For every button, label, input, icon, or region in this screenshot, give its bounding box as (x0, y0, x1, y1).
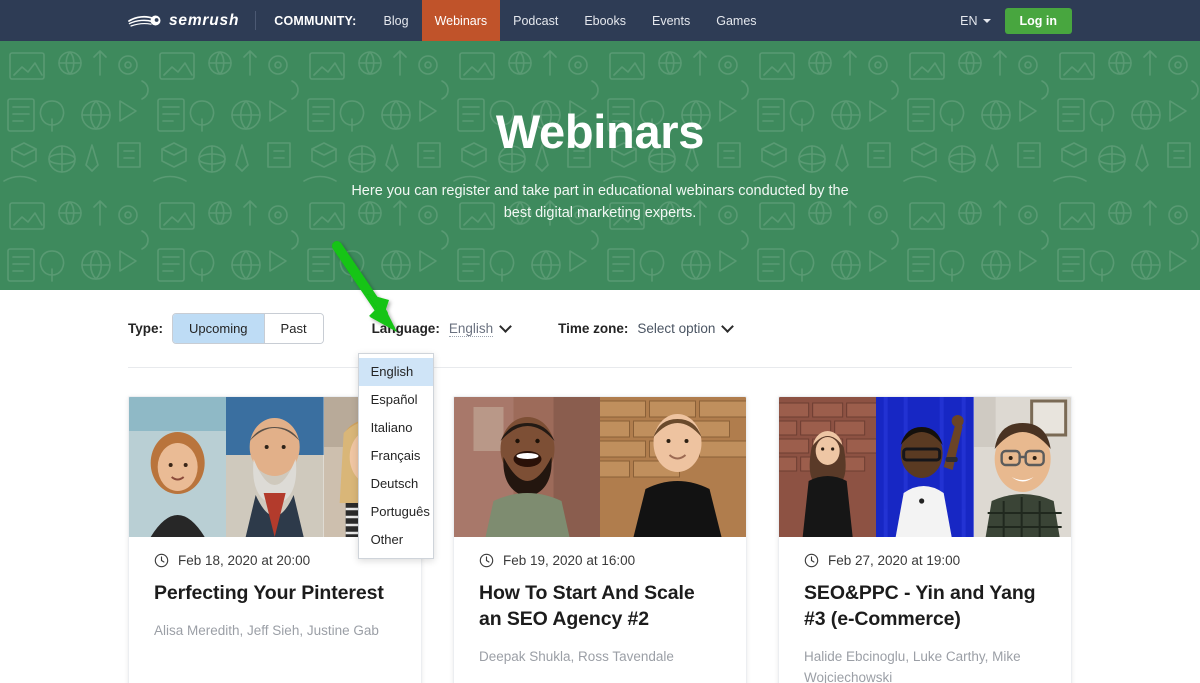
nav-item-webinars[interactable]: Webinars (421, 0, 501, 41)
language-option-italiano[interactable]: Italiano (359, 414, 433, 442)
chevron-down-icon[interactable] (499, 320, 512, 333)
hero-subtitle: Here you can register and take part in e… (351, 182, 849, 222)
card-speakers: Halide Ebcinoglu, Luke Carthy, Mike Wojc… (804, 648, 1021, 683)
filter-bar: Type: Upcoming Past Language: English En… (0, 290, 1200, 559)
speaker-photo (600, 397, 746, 537)
nav-item-games[interactable]: Games (703, 0, 769, 41)
clock-icon (479, 553, 494, 568)
language-option-english[interactable]: English (358, 357, 433, 386)
timezone-filter: Time zone: Select option (558, 320, 735, 336)
card-speakers: Alisa Meredith, Jeff Sieh, Justine Gab (154, 622, 379, 638)
speaker-photo (454, 397, 600, 537)
speaker-photo (226, 397, 324, 537)
clock-icon (804, 553, 819, 568)
card-date-text: Feb 18, 2020 at 20:00 (178, 553, 311, 568)
type-option-past[interactable]: Past (263, 314, 323, 343)
card-date: Feb 19, 2020 at 16:00 (479, 553, 721, 568)
nav-item-blog[interactable]: Blog (371, 0, 422, 41)
navbar-right-group: EN Log in (960, 0, 1200, 41)
type-toggle-group: Upcoming Past (172, 313, 324, 344)
semrush-logo[interactable]: semrush (128, 0, 255, 41)
card-title[interactable]: Perfecting Your Pinterest (154, 581, 396, 607)
language-filter-dropdown: English Español Italiano Français Deutsc… (357, 352, 434, 559)
timezone-filter-label: Time zone: (558, 321, 629, 336)
language-switcher[interactable]: EN (960, 13, 991, 28)
card-date-text: Feb 19, 2020 at 16:00 (503, 553, 636, 568)
language-option-portugues[interactable]: Português (359, 498, 433, 526)
login-button[interactable]: Log in (1004, 7, 1072, 34)
clock-icon (154, 553, 169, 568)
language-switcher-label: EN (960, 13, 978, 28)
card-speakers: Deepak Shukla, Ross Tavendale (479, 648, 674, 664)
language-filter-value[interactable]: English (448, 321, 494, 337)
semrush-logo-icon (128, 14, 162, 28)
hero-banner: Webinars Here you can register and take … (0, 41, 1200, 290)
language-option-francais[interactable]: Français (359, 442, 433, 470)
language-option-espanol[interactable]: Español (359, 386, 433, 414)
page-title: Webinars (495, 105, 705, 159)
language-option-deutsch[interactable]: Deutsch (359, 470, 433, 498)
semrush-logo-text: semrush (169, 11, 240, 29)
card-date: Feb 27, 2020 at 19:00 (804, 553, 1046, 568)
speaker-photo (129, 397, 227, 537)
card-date-text: Feb 27, 2020 at 19:00 (828, 553, 961, 568)
webinar-card[interactable]: Feb 19, 2020 at 16:00 How To Start And S… (453, 396, 747, 683)
nav-item-ebooks[interactable]: Ebooks (571, 0, 639, 41)
navbar-left-group: semrush COMMUNITY: Blog Webinars Podcast… (0, 0, 770, 41)
speaker-photo (973, 397, 1071, 537)
speaker-photo (779, 397, 877, 537)
language-filter: Language: English English Español Italia… (357, 320, 512, 559)
card-title[interactable]: How To Start And Scale an SEO Agency #2 (479, 581, 721, 633)
card-body: Feb 19, 2020 at 16:00 How To Start And S… (454, 537, 746, 683)
chevron-down-icon[interactable] (721, 320, 735, 333)
chevron-down-icon (982, 18, 991, 23)
language-filter-label: Language: (371, 321, 440, 336)
hero-content: Webinars Here you can register and take … (290, 106, 910, 225)
navbar-section-label: COMMUNITY: (274, 13, 357, 28)
timezone-filter-value[interactable]: Select option (637, 321, 715, 336)
type-filter-label: Type: (128, 321, 164, 336)
speaker-photos (454, 397, 746, 537)
speaker-photo (876, 397, 974, 537)
main-content: Type: Upcoming Past Language: English En… (0, 290, 1200, 683)
card-body: Feb 27, 2020 at 19:00 SEO&PPC - Yin and … (779, 537, 1071, 683)
top-navbar: semrush COMMUNITY: Blog Webinars Podcast… (0, 0, 1200, 41)
language-option-other[interactable]: Other (359, 526, 433, 554)
type-option-upcoming[interactable]: Upcoming (173, 314, 264, 343)
type-filter: Type: Upcoming Past (128, 313, 324, 344)
webinar-card[interactable]: Feb 27, 2020 at 19:00 SEO&PPC - Yin and … (778, 396, 1072, 683)
card-title[interactable]: SEO&PPC - Yin and Yang #3 (e-Commerce) (804, 581, 1046, 633)
nav-item-events[interactable]: Events (639, 0, 703, 41)
webinar-card-list: Feb 18, 2020 at 20:00 Perfecting Your Pi… (0, 368, 1200, 683)
speaker-photos (779, 397, 1071, 537)
nav-item-podcast[interactable]: Podcast (500, 0, 571, 41)
